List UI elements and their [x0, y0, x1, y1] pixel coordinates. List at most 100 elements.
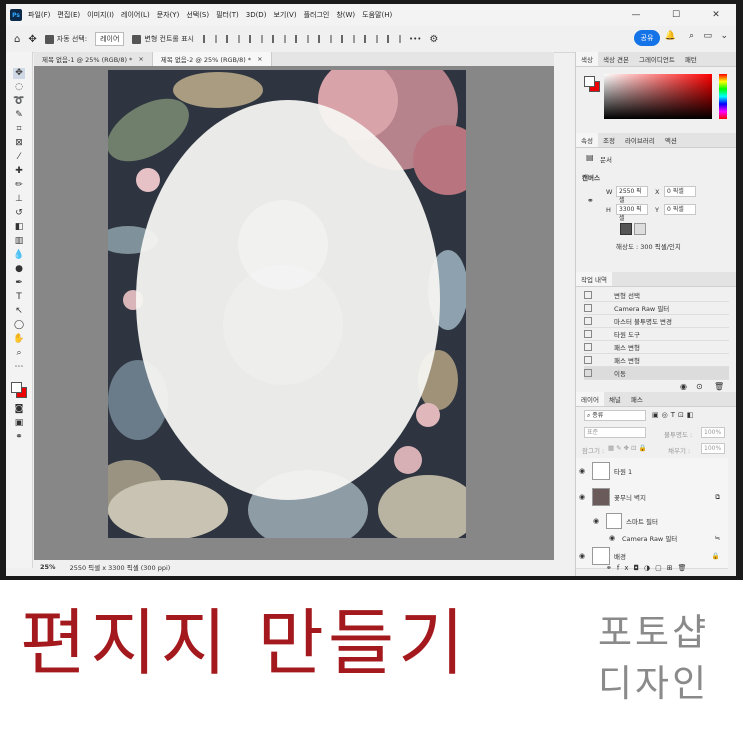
- tab-gradients[interactable]: 그레이디언트: [634, 52, 680, 66]
- more-tools-icon[interactable]: ⋯: [13, 362, 25, 373]
- history-brush-icon[interactable]: ↺: [13, 208, 25, 219]
- crop-tool-icon[interactable]: ⌗: [13, 124, 25, 135]
- y-field[interactable]: 0 픽셀: [664, 204, 696, 215]
- canvas-section-title[interactable]: 캔버스: [582, 172, 600, 182]
- quick-select-tool-icon[interactable]: ✎: [13, 110, 25, 121]
- eye-icon[interactable]: ◉: [606, 534, 618, 542]
- x-field[interactable]: 0 픽셀: [664, 186, 696, 197]
- tab-adjustments[interactable]: 조정: [598, 133, 620, 147]
- tab-patterns[interactable]: 패턴: [680, 52, 702, 66]
- menu-window[interactable]: 창(W): [336, 10, 355, 20]
- stamp-tool-icon[interactable]: ⊥: [13, 194, 25, 205]
- distribute-icon[interactable]: [340, 35, 355, 43]
- auto-select-checkbox[interactable]: 자동 선택:: [44, 34, 87, 44]
- layer-ellipse[interactable]: ◉ 타원 1: [576, 458, 728, 485]
- hue-slider[interactable]: [719, 74, 727, 119]
- tab-actions[interactable]: 액션: [660, 133, 682, 147]
- foreground-color-swatch[interactable]: [584, 76, 595, 87]
- more-options-button[interactable]: •••: [409, 35, 421, 43]
- pen-tool-icon[interactable]: ✒: [13, 278, 25, 289]
- menu-select[interactable]: 선택(S): [186, 10, 209, 20]
- healing-brush-icon[interactable]: ✚: [13, 166, 25, 177]
- menu-view[interactable]: 보기(V): [273, 10, 296, 20]
- tab-channels[interactable]: 채널: [604, 392, 626, 406]
- history-item[interactable]: 변형 선택: [584, 289, 729, 302]
- frame-tool-icon[interactable]: ⊠: [13, 138, 25, 149]
- gradient-tool-icon[interactable]: ▥: [13, 236, 25, 247]
- tab-libraries[interactable]: 라이브러리: [620, 133, 660, 147]
- history-item-current[interactable]: 이동: [584, 367, 729, 380]
- zoom-level[interactable]: 25%: [40, 563, 56, 571]
- eyedropper-tool-icon[interactable]: ⁄: [13, 152, 25, 163]
- dodge-tool-icon[interactable]: ●: [13, 264, 25, 275]
- camera-icon[interactable]: ⊙: [696, 382, 703, 391]
- screen-mode-icon[interactable]: ▣: [13, 418, 25, 429]
- opacity-field[interactable]: 100%: [701, 427, 725, 438]
- document-canvas[interactable]: [108, 70, 466, 538]
- align-right-icon[interactable]: [248, 35, 263, 43]
- close-button[interactable]: ✕: [696, 4, 736, 26]
- workspace-icon[interactable]: ▭: [703, 31, 712, 41]
- height-field[interactable]: 3300 픽셀: [616, 204, 648, 222]
- close-icon[interactable]: ×: [138, 55, 143, 63]
- maximize-button[interactable]: ☐: [656, 4, 696, 26]
- color-picker-field[interactable]: [604, 74, 712, 119]
- menu-file[interactable]: 파일(F): [28, 10, 50, 20]
- tab-layers[interactable]: 레이어: [576, 392, 604, 406]
- history-item[interactable]: 패스 변형: [584, 354, 729, 367]
- type-tool-icon[interactable]: T: [13, 292, 25, 303]
- link-icon[interactable]: ⚭: [587, 196, 594, 205]
- bell-icon[interactable]: 🔔: [665, 31, 676, 41]
- tab-untitled-1[interactable]: 제목 없음-1 @ 25% (RGB/8) * ×: [34, 52, 153, 66]
- eye-icon[interactable]: ◉: [576, 467, 588, 475]
- menu-edit[interactable]: 편집(E): [57, 10, 80, 20]
- generate-icon[interactable]: ⚭: [13, 432, 25, 443]
- tab-untitled-2[interactable]: 제목 없음-2 @ 25% (RGB/8) * ×: [152, 52, 272, 66]
- menu-image[interactable]: 이미지(I): [87, 10, 114, 20]
- layer-filter-icons[interactable]: ▣◎T⊡◧: [652, 411, 696, 419]
- align-left-icon[interactable]: [202, 35, 217, 43]
- close-icon[interactable]: ×: [257, 55, 262, 63]
- portrait-orientation-button[interactable]: [620, 223, 632, 235]
- tab-properties[interactable]: 속성: [576, 133, 598, 147]
- eye-icon[interactable]: ◉: [576, 552, 588, 560]
- layer-floral-wallpaper[interactable]: ◉ 꽃무늬 벽지 ⧉: [576, 484, 728, 511]
- lasso-tool-icon[interactable]: ➰: [13, 96, 25, 107]
- menu-layer[interactable]: 레이어(L): [121, 10, 150, 20]
- align-bottom-icon[interactable]: [317, 35, 332, 43]
- fill-field[interactable]: 100%: [701, 443, 725, 454]
- align-top-icon[interactable]: [271, 35, 286, 43]
- distribute-horizontal-icon[interactable]: [386, 35, 401, 43]
- tab-swatches[interactable]: 색상 견본: [598, 52, 634, 66]
- landscape-orientation-button[interactable]: [634, 223, 646, 235]
- gear-icon[interactable]: ⚙: [429, 34, 438, 45]
- tab-color[interactable]: 색상: [576, 52, 598, 66]
- history-item[interactable]: 타원 도구: [584, 328, 729, 341]
- trash-icon[interactable]: 🗑: [714, 382, 724, 391]
- smart-filters-row[interactable]: ◉ 스마트 필터: [576, 510, 728, 533]
- eye-icon[interactable]: ◉: [590, 517, 602, 525]
- home-icon[interactable]: ⌂: [14, 34, 20, 45]
- move-tool-icon[interactable]: ✥: [28, 34, 36, 45]
- blend-mode-dropdown[interactable]: 표준: [584, 427, 646, 438]
- marquee-tool-icon[interactable]: ◌: [13, 82, 25, 93]
- menu-3d[interactable]: 3D(D): [246, 11, 267, 19]
- minimize-button[interactable]: —: [616, 4, 656, 26]
- snapshot-icon[interactable]: ◉: [680, 382, 687, 391]
- layer-actions-icons[interactable]: ⚭fx◘◑▢⊞🗑: [606, 564, 691, 572]
- tab-paths[interactable]: 패스: [626, 392, 648, 406]
- hand-tool-icon[interactable]: ✋: [13, 334, 25, 345]
- distribute-vertical-icon[interactable]: [363, 35, 378, 43]
- foreground-color-swatch[interactable]: [11, 382, 22, 393]
- brush-tool-icon[interactable]: ✏: [13, 180, 25, 191]
- history-item[interactable]: 마스터 불투명도 변경: [584, 315, 729, 328]
- eye-icon[interactable]: ◉: [576, 493, 588, 501]
- menu-type[interactable]: 문자(Y): [157, 10, 180, 20]
- path-select-icon[interactable]: ↖: [13, 306, 25, 317]
- lock-icons[interactable]: ▦✎✥⊡🔒: [608, 444, 649, 452]
- align-center-icon[interactable]: [225, 35, 240, 43]
- tab-history[interactable]: 작업 내역: [576, 272, 612, 286]
- share-button[interactable]: 공유: [634, 30, 660, 46]
- blur-tool-icon[interactable]: 💧: [13, 250, 25, 261]
- search-icon[interactable]: ⌕: [689, 31, 694, 41]
